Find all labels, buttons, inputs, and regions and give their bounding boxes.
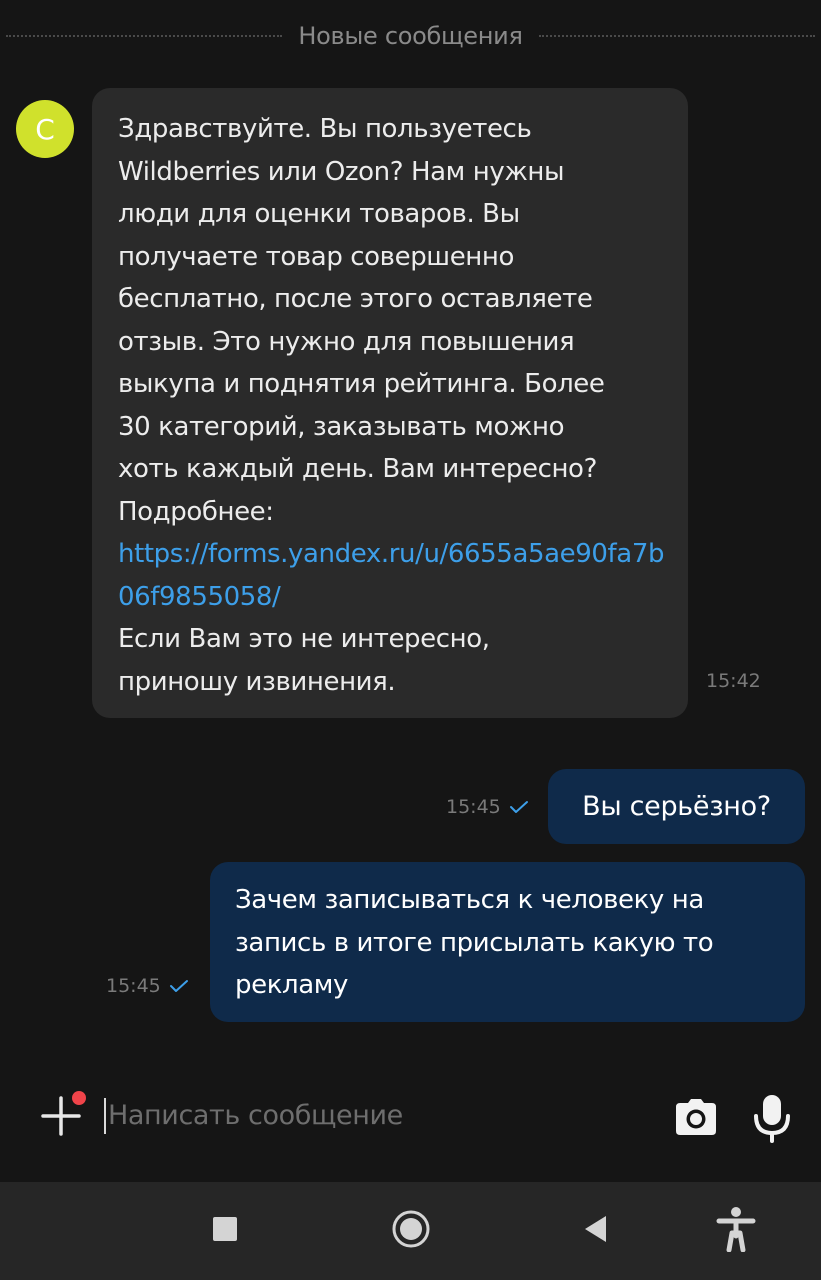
system-navigation-bar <box>0 1182 821 1280</box>
outgoing-message-text: Зачем записываться к человеку на запись … <box>235 885 714 1000</box>
message-composer <box>0 1072 821 1162</box>
outgoing-message-status: 15:45 <box>106 975 189 997</box>
check-icon <box>509 801 528 813</box>
back-triangle-icon[interactable] <box>570 1204 620 1254</box>
outgoing-message-bubble[interactable]: Зачем записываться к человеку на запись … <box>210 862 805 1022</box>
stop-square-icon[interactable] <box>200 1204 250 1254</box>
outgoing-message-bubble[interactable]: Вы серьёзно? <box>548 769 805 844</box>
outgoing-message-time: 15:45 <box>446 796 501 818</box>
accessibility-icon[interactable] <box>711 1204 761 1254</box>
new-messages-divider: Новые сообщения <box>0 14 821 58</box>
home-circle-icon[interactable] <box>386 1204 436 1254</box>
new-messages-label: Новые сообщения <box>298 22 523 50</box>
outgoing-message-time: 15:45 <box>106 975 161 997</box>
sender-avatar[interactable]: С <box>16 100 74 158</box>
microphone-icon[interactable] <box>750 1092 794 1144</box>
outgoing-message-status: 15:45 <box>446 796 529 818</box>
incoming-message-bubble[interactable]: Здравствуйте. Вы пользуетесь Wildberries… <box>92 88 688 718</box>
incoming-message-text: Здравствуйте. Вы пользуетесь Wildberries… <box>118 114 605 527</box>
message-link[interactable]: https://forms.yandex.ru/u/6655a5ae90fa7b… <box>118 533 670 618</box>
divider-line-right <box>538 35 815 37</box>
divider-line-left <box>6 35 283 37</box>
incoming-message-text-tail: Если Вам это не интересно, приношу извин… <box>118 624 490 697</box>
outgoing-message-text: Вы серьёзно? <box>582 791 771 822</box>
notification-dot <box>72 1091 86 1105</box>
camera-icon[interactable] <box>672 1094 720 1142</box>
message-input[interactable] <box>108 1092 628 1138</box>
avatar-letter: С <box>35 112 55 146</box>
check-icon <box>169 980 188 992</box>
text-cursor <box>104 1098 106 1134</box>
incoming-message-time: 15:42 <box>706 670 761 692</box>
